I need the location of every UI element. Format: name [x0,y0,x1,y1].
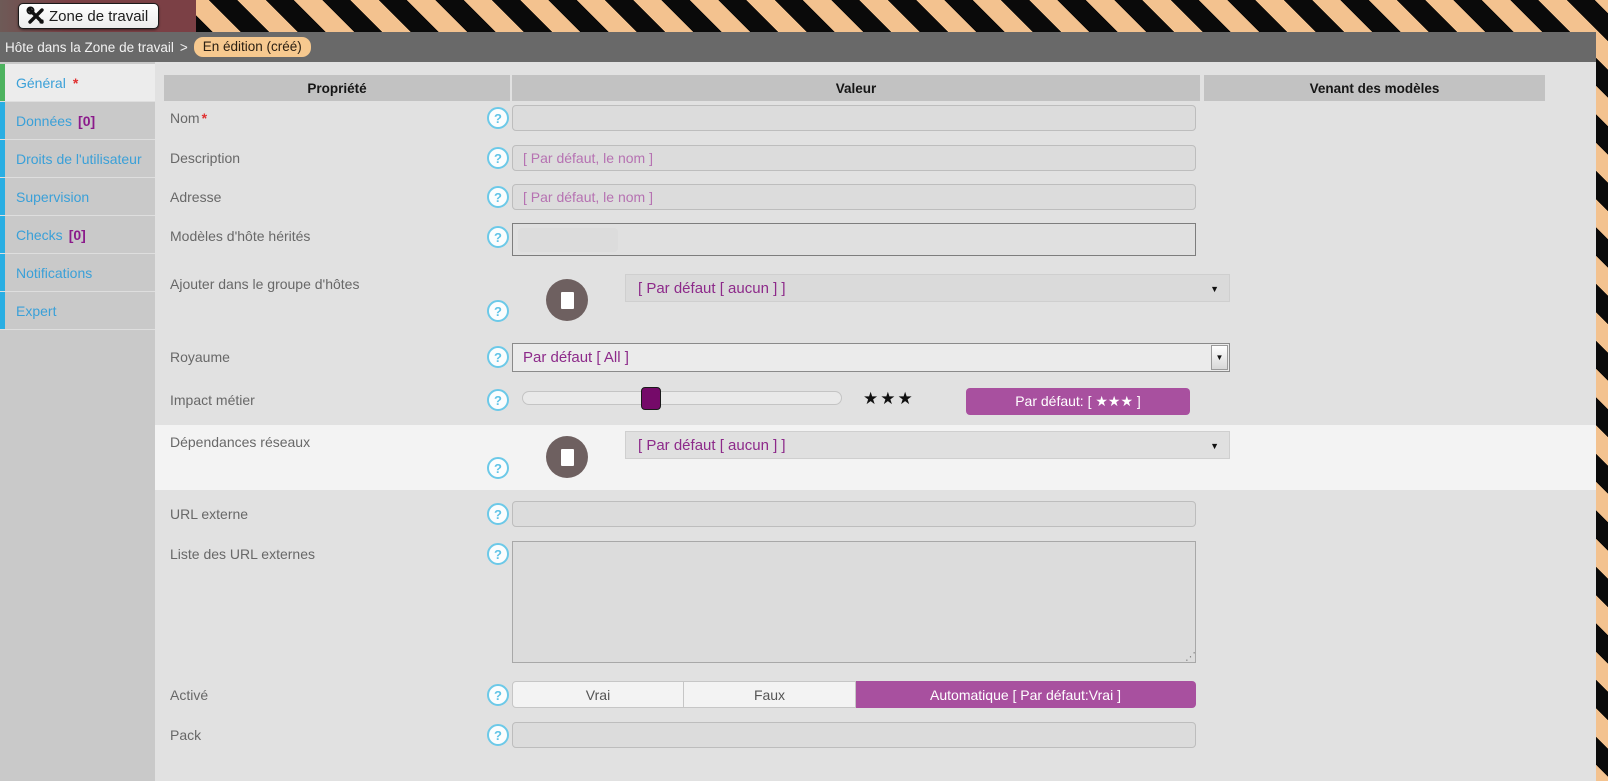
column-header-venant-des-modeles: Venant des modèles [1204,75,1545,101]
help-icon[interactable]: ? [487,107,509,129]
tab-label: Supervision [16,189,89,205]
tools-icon [26,6,46,26]
nom-input[interactable] [512,105,1196,131]
tab-general[interactable]: Général * [0,64,155,102]
field-label-adresse: Adresse [170,189,480,205]
active-option-vrai[interactable]: Vrai [512,681,684,708]
impact-slider-track[interactable] [522,391,842,405]
tab-count-badge: [0] [78,113,95,129]
field-label-modeles-hote: Modèles d'hôte hérités [170,228,480,244]
select-arrow-icon[interactable]: ▼ [1211,345,1228,370]
help-icon[interactable]: ? [487,226,509,248]
select-value: Par défaut [ All ] [513,349,629,366]
status-badge: En édition (créé) [194,37,311,57]
required-marker: * [202,110,207,126]
impact-stars-value: ★★★ [863,389,915,409]
help-icon[interactable]: ? [487,186,509,208]
field-label-pack: Pack [170,727,480,743]
active-option-automatique[interactable]: Automatique [ Par défaut:Vrai ] [856,681,1196,708]
tab-checks[interactable]: Checks [0] [0,216,155,254]
active-segmented-control: Vrai Faux Automatique [ Par défaut:Vrai … [512,681,1196,708]
workspace-button-label: Zone de travail [49,8,148,25]
form-panel: Propriété Valeur Venant des modèles Nom*… [155,62,1596,781]
help-icon[interactable]: ? [487,684,509,706]
dropdown-value: [ Par défaut [ aucun ] ] [626,280,786,297]
field-label-royaume: Royaume [170,349,480,365]
impact-slider-handle[interactable] [641,387,661,410]
hostgroup-toggle-button[interactable] [546,279,588,321]
help-icon[interactable]: ? [487,503,509,525]
field-label-active: Activé [170,687,480,703]
help-icon[interactable]: ? [487,300,509,322]
tab-label: Droits de l'utilisateur [16,151,142,167]
field-label-groupe-hotes: Ajouter dans le groupe d'hôtes [170,276,480,292]
help-icon[interactable]: ? [487,389,509,411]
network-deps-dropdown[interactable]: [ Par défaut [ aucun ] ] ▼ [625,431,1230,459]
adresse-input[interactable] [512,184,1196,210]
field-label-description: Description [170,150,480,166]
tab-label: Notifications [16,265,92,281]
breadcrumb-separator: > [180,40,188,55]
field-label-dependances-reseaux: Dépendances réseaux [170,434,480,450]
help-icon[interactable]: ? [487,457,509,479]
breadcrumb-path: Hôte dans la Zone de travail [5,40,174,55]
breadcrumb: Hôte dans la Zone de travail > En éditio… [0,32,1596,62]
caret-down-icon: ▼ [1210,441,1219,451]
field-label-impact-metier: Impact métier [170,392,480,408]
network-deps-toggle-button[interactable] [546,436,588,478]
tag-input-field[interactable] [518,228,618,252]
tab-droits-utilisateur[interactable]: Droits de l'utilisateur [0,140,155,178]
tab-label: Général [16,75,66,91]
required-marker: * [73,75,78,91]
pack-input[interactable] [512,722,1196,748]
field-label-url-externe: URL externe [170,506,480,522]
column-header-valeur: Valeur [512,75,1200,101]
workspace-button[interactable]: Zone de travail [18,3,159,29]
impact-default-button[interactable]: Par défaut: [ ★★★ ] [966,388,1190,415]
tab-donnees[interactable]: Données [0] [0,102,155,140]
url-externe-input[interactable] [512,501,1196,527]
field-label-liste-url-externes: Liste des URL externes [170,546,480,562]
host-templates-tag-input[interactable] [512,223,1196,256]
help-icon[interactable]: ? [487,724,509,746]
page: Général * Données [0] Droits de l'utilisa… [0,62,1596,781]
help-icon[interactable]: ? [487,346,509,368]
help-icon[interactable]: ? [487,543,509,565]
field-label-nom: Nom* [170,110,480,126]
description-input[interactable] [512,145,1196,171]
stop-square-icon [561,449,574,466]
active-option-faux[interactable]: Faux [684,681,856,708]
tab-expert[interactable]: Expert [0,292,155,330]
stop-square-icon [561,292,574,309]
tab-label: Données [16,113,72,129]
royaume-select[interactable]: Par défaut [ All ] ▼ [512,343,1230,372]
sidebar: Général * Données [0] Droits de l'utilisa… [0,62,155,781]
hostgroup-dropdown[interactable]: [ Par défaut [ aucun ] ] ▼ [625,274,1230,302]
liste-url-externes-textarea[interactable] [512,541,1196,663]
column-header-propriete: Propriété [164,75,510,101]
tab-count-badge: [0] [69,227,86,243]
tab-label: Expert [16,303,56,319]
caret-down-icon: ▼ [1210,284,1219,294]
tab-label: Checks [16,227,63,243]
tab-notifications[interactable]: Notifications [0,254,155,292]
dropdown-value: [ Par défaut [ aucun ] ] [626,437,786,454]
tab-supervision[interactable]: Supervision [0,178,155,216]
help-icon[interactable]: ? [487,147,509,169]
